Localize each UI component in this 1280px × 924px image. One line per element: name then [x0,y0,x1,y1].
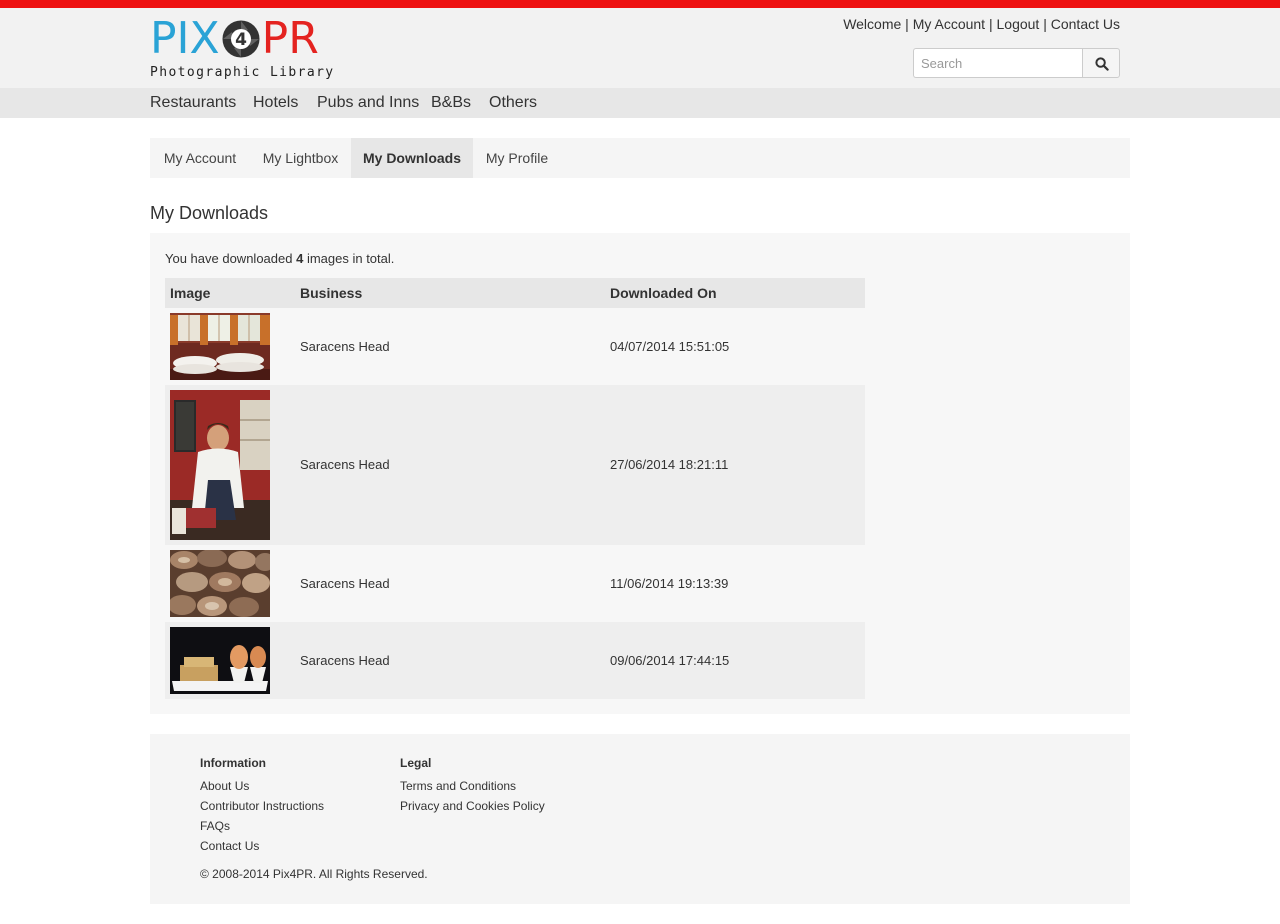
download-date: 27/06/2014 18:21:11 [610,457,729,472]
table-row: Saracens Head 11/06/2014 19:13:39 [165,545,865,622]
chef-portrait-photo[interactable] [170,390,270,540]
table-row: Saracens Head 04/07/2014 15:51:05 [165,308,865,385]
search-button[interactable] [1082,48,1120,78]
logo-wordmark: PIX 4 PR [150,16,319,62]
logout-link[interactable]: Logout [997,16,1040,32]
logo-subtitle: Photographic Library [150,65,335,80]
column-header-business: Business [300,285,363,301]
site-header: PIX 4 PR Photographic Library Welcome | … [0,8,1280,88]
footer-information-column: Information About Us Contributor Instruc… [200,756,324,856]
nav-item-bnbs[interactable]: B&Bs [431,94,471,112]
boiled-eggs-toast-photo[interactable] [170,627,270,694]
my-account-link[interactable]: My Account [913,16,985,32]
top-accent-bar [0,0,1280,8]
oysters-photo[interactable] [170,550,270,617]
tab-my-account[interactable]: My Account [150,138,250,178]
logo-text-4: 4 [235,30,247,50]
tab-my-profile[interactable]: My Profile [473,138,561,178]
account-tabs: My Account My Lightbox My Downloads My P… [150,138,1130,178]
site-footer: Information About Us Contributor Instruc… [150,734,1130,904]
table-row: Saracens Head 27/06/2014 18:21:11 [165,385,865,545]
link-separator: | [1043,16,1047,32]
footer-link-faqs[interactable]: FAQs [200,816,324,836]
downloads-panel: You have downloaded 4 images in total. I… [150,233,1130,714]
footer-link-contact-us[interactable]: Contact Us [200,836,324,856]
search-form [913,48,1120,78]
nav-item-restaurants[interactable]: Restaurants [150,94,236,112]
summary-prefix: You have downloaded [165,251,297,266]
footer-link-contributor-instructions[interactable]: Contributor Instructions [200,796,324,816]
copyright-text: © 2008-2014 Pix4PR. All Rights Reserved. [200,867,428,881]
business-name: Saracens Head [300,576,390,591]
business-name: Saracens Head [300,653,390,668]
footer-link-privacy[interactable]: Privacy and Cookies Policy [400,796,545,816]
nav-item-hotels[interactable]: Hotels [253,94,298,112]
footer-heading-information: Information [200,756,266,770]
logo-text-pr: PR [261,13,319,64]
footer-link-terms[interactable]: Terms and Conditions [400,776,545,796]
pix4pr-logo[interactable]: PIX 4 PR Photographic Library [150,16,335,84]
download-date: 04/07/2014 15:51:05 [610,339,730,354]
logo-text-pix: PIX [150,13,220,64]
category-nav: Restaurants Hotels Pubs and Inns B&Bs Ot… [0,88,1280,118]
nav-item-pubs-and-inns[interactable]: Pubs and Inns [317,94,419,112]
contact-us-link[interactable]: Contact Us [1051,16,1120,32]
link-separator: | [988,16,993,32]
tab-my-downloads[interactable]: My Downloads [351,138,473,178]
welcome-text: Welcome [843,16,902,32]
search-icon [1095,57,1109,71]
page-title: My Downloads [150,203,269,223]
camera-aperture-icon: 4 [222,20,260,58]
link-separator: | [905,16,909,32]
download-date: 09/06/2014 17:44:15 [610,653,730,668]
table-row: Saracens Head 09/06/2014 17:44:15 [165,622,865,699]
column-header-downloaded-on: Downloaded On [610,285,717,301]
account-links: Welcome | My Account | Logout | Contact … [843,16,1120,32]
restaurant-dining-room-photo[interactable] [170,313,270,380]
tab-my-lightbox[interactable]: My Lightbox [250,138,351,178]
footer-heading-legal: Legal [400,756,432,770]
footer-link-about-us[interactable]: About Us [200,776,324,796]
search-input[interactable] [913,48,1083,78]
business-name: Saracens Head [300,457,390,472]
column-header-image: Image [170,285,211,301]
download-date: 11/06/2014 19:13:39 [610,576,729,591]
table-header: Image Business Downloaded On [165,278,865,308]
nav-item-others[interactable]: Others [489,94,537,112]
footer-legal-column: Legal Terms and Conditions Privacy and C… [400,756,545,816]
download-summary: You have downloaded 4 images in total. [165,251,394,266]
business-name: Saracens Head [300,339,390,354]
summary-suffix: images in total. [303,251,395,266]
